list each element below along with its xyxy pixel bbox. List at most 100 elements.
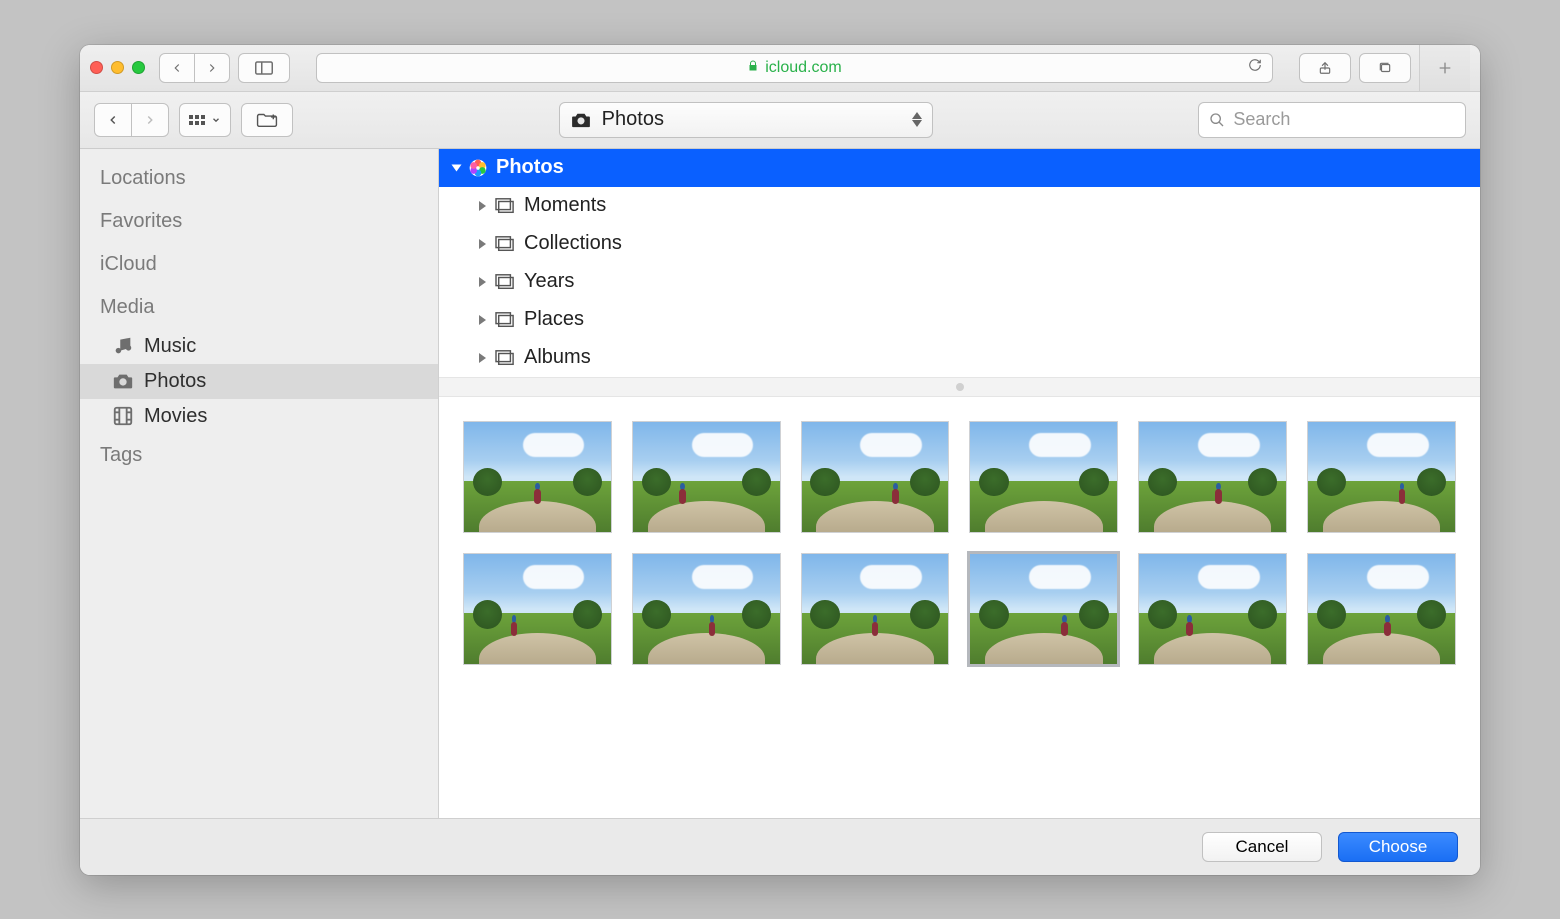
photo-thumbnail[interactable] bbox=[463, 421, 612, 533]
chevron-right-icon bbox=[205, 61, 219, 75]
tree-item-albums[interactable]: Albums bbox=[439, 339, 1480, 377]
thumbnail-grid bbox=[439, 397, 1480, 818]
new-folder-button[interactable] bbox=[241, 103, 293, 137]
picker-sidebar: Locations Favorites iCloud Media Music P… bbox=[80, 149, 439, 818]
reload-icon bbox=[1248, 58, 1262, 72]
disclosure-triangle-icon[interactable] bbox=[479, 277, 486, 287]
photo-thumbnail[interactable] bbox=[1138, 553, 1287, 665]
sidebar-item-label: Movies bbox=[144, 405, 207, 428]
tree-item-label: Albums bbox=[524, 346, 591, 369]
film-icon bbox=[112, 405, 134, 427]
photo-thumbnail[interactable] bbox=[969, 421, 1118, 533]
location-label: Photos bbox=[602, 108, 664, 131]
sidebar-section-icloud[interactable]: iCloud bbox=[80, 243, 438, 286]
tree-item-places[interactable]: Places bbox=[439, 301, 1480, 339]
safari-titlebar: icloud.com bbox=[80, 45, 1480, 92]
picker-toolbar: Photos Search bbox=[80, 92, 1480, 149]
nav-back-forward bbox=[159, 53, 230, 83]
window-zoom-button[interactable] bbox=[132, 61, 145, 74]
safari-address-bar[interactable]: icloud.com bbox=[316, 53, 1273, 83]
tree-item-years[interactable]: Years bbox=[439, 263, 1480, 301]
picker-nav bbox=[94, 103, 169, 137]
share-icon bbox=[1318, 60, 1332, 76]
address-host: icloud.com bbox=[765, 59, 841, 77]
chevron-left-icon bbox=[170, 61, 184, 75]
disclosure-triangle-icon[interactable] bbox=[479, 315, 486, 325]
search-icon bbox=[1209, 112, 1225, 128]
new-tab-button[interactable] bbox=[1419, 45, 1470, 91]
view-mode-button[interactable] bbox=[179, 103, 231, 137]
tree-item-label: Moments bbox=[524, 194, 606, 217]
picker-forward-button[interactable] bbox=[131, 104, 168, 136]
nav-forward-button[interactable] bbox=[194, 54, 229, 82]
split-divider[interactable] bbox=[439, 377, 1480, 397]
photo-thumbnail[interactable] bbox=[632, 553, 781, 665]
photo-thumbnail[interactable] bbox=[463, 553, 612, 665]
camera-icon bbox=[570, 112, 592, 128]
safari-window: icloud.com bbox=[80, 45, 1480, 875]
window-close-button[interactable] bbox=[90, 61, 103, 74]
divider-handle-icon bbox=[956, 383, 964, 391]
stack-icon bbox=[494, 235, 516, 253]
sidebar-item-label: Photos bbox=[144, 370, 206, 393]
stack-icon bbox=[494, 273, 516, 291]
photo-thumbnail[interactable] bbox=[801, 421, 950, 533]
window-minimize-button[interactable] bbox=[111, 61, 124, 74]
lock-icon bbox=[747, 59, 759, 77]
photo-thumbnail[interactable] bbox=[1307, 421, 1456, 533]
nav-back-button[interactable] bbox=[160, 54, 194, 82]
safari-right-tools bbox=[1299, 53, 1411, 83]
tabs-button[interactable] bbox=[1359, 53, 1411, 83]
sidebar-icon bbox=[255, 61, 273, 75]
tree-root-label: Photos bbox=[496, 156, 564, 179]
tree-item-label: Years bbox=[524, 270, 574, 293]
camera-icon bbox=[112, 372, 134, 390]
photo-thumbnail[interactable] bbox=[1138, 421, 1287, 533]
chevron-down-icon bbox=[211, 115, 221, 125]
stack-icon bbox=[494, 311, 516, 329]
stack-icon bbox=[494, 197, 516, 215]
stack-icon bbox=[494, 349, 516, 367]
tree-root-photos[interactable]: Photos bbox=[439, 149, 1480, 187]
sidebar-item-movies[interactable]: Movies bbox=[80, 399, 438, 434]
chevron-right-icon bbox=[143, 113, 157, 127]
source-tree: Photos Moments Collections Years bbox=[439, 149, 1480, 377]
cancel-button[interactable]: Cancel bbox=[1202, 832, 1322, 862]
disclosure-triangle-icon[interactable] bbox=[479, 201, 486, 211]
tree-item-label: Collections bbox=[524, 232, 622, 255]
cancel-label: Cancel bbox=[1236, 837, 1289, 857]
photo-thumbnail[interactable] bbox=[801, 553, 950, 665]
sidebar-item-music[interactable]: Music bbox=[80, 329, 438, 364]
sidebar-item-photos[interactable]: Photos bbox=[80, 364, 438, 399]
picker-main: Photos Moments Collections Years bbox=[439, 149, 1480, 818]
window-traffic-lights bbox=[90, 61, 145, 74]
sidebar-section-favorites[interactable]: Favorites bbox=[80, 200, 438, 243]
music-icon bbox=[112, 335, 134, 357]
share-button[interactable] bbox=[1299, 53, 1351, 83]
location-popup[interactable]: Photos bbox=[559, 102, 933, 138]
photos-app-icon bbox=[468, 158, 488, 178]
sidebar-section-tags[interactable]: Tags bbox=[80, 434, 438, 477]
photo-thumbnail[interactable] bbox=[632, 421, 781, 533]
tree-item-moments[interactable]: Moments bbox=[439, 187, 1480, 225]
sidebar-section-locations[interactable]: Locations bbox=[80, 157, 438, 200]
tree-item-collections[interactable]: Collections bbox=[439, 225, 1480, 263]
new-folder-icon bbox=[256, 112, 278, 128]
picker-footer: Cancel Choose bbox=[80, 818, 1480, 875]
safari-sidebar-button[interactable] bbox=[238, 53, 290, 83]
picker-body: Locations Favorites iCloud Media Music P… bbox=[80, 149, 1480, 818]
tree-item-label: Places bbox=[524, 308, 584, 331]
plus-icon bbox=[1437, 60, 1453, 76]
photo-thumbnail[interactable] bbox=[1307, 553, 1456, 665]
photo-thumbnail[interactable] bbox=[969, 553, 1118, 665]
picker-back-button[interactable] bbox=[95, 104, 131, 136]
choose-button[interactable]: Choose bbox=[1338, 832, 1458, 862]
chevron-left-icon bbox=[106, 113, 120, 127]
disclosure-triangle-icon[interactable] bbox=[452, 164, 462, 171]
disclosure-triangle-icon[interactable] bbox=[479, 353, 486, 363]
reload-button[interactable] bbox=[1248, 58, 1262, 77]
search-input[interactable]: Search bbox=[1198, 102, 1466, 138]
disclosure-triangle-icon[interactable] bbox=[479, 239, 486, 249]
search-placeholder: Search bbox=[1233, 109, 1290, 130]
choose-label: Choose bbox=[1369, 837, 1428, 857]
